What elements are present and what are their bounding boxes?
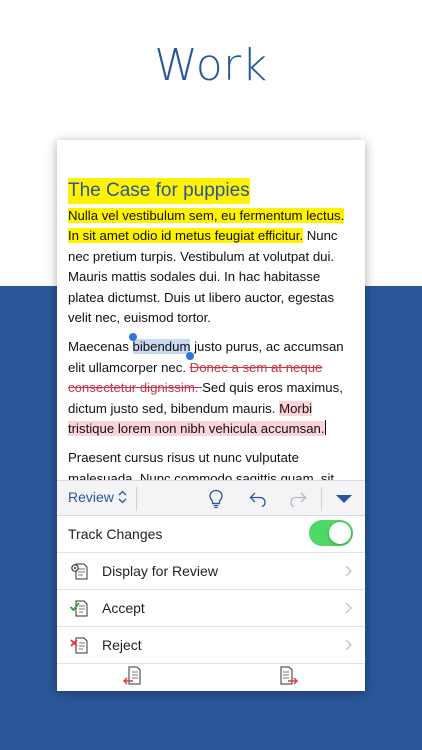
updown-chevron-icon bbox=[118, 490, 127, 504]
selected-text: bibendum bbox=[132, 339, 191, 355]
track-changes-row: Track Changes bbox=[57, 516, 365, 553]
reject-row[interactable]: Reject bbox=[57, 627, 365, 664]
display-for-review-row[interactable]: Display for Review bbox=[57, 553, 365, 590]
accept-row[interactable]: Accept bbox=[57, 590, 365, 627]
paragraph-text: Maecenas bbox=[68, 339, 133, 355]
hero-title: Work bbox=[154, 40, 268, 91]
display-for-review-icon bbox=[71, 563, 88, 580]
chevron-right-icon bbox=[345, 639, 352, 651]
paragraph-2: Maecenas bibendum justo purus, ac accums… bbox=[68, 333, 354, 439]
redo-icon[interactable] bbox=[287, 488, 309, 510]
ribbon-tab-label: Review bbox=[68, 489, 114, 505]
accept-label: Accept bbox=[102, 600, 145, 616]
paragraph-1: Nulla vel vestibulum sem, eu fermentum l… bbox=[68, 206, 354, 328]
selection-handle-start[interactable] bbox=[128, 333, 137, 342]
lightbulb-icon[interactable] bbox=[205, 488, 227, 510]
paragraph-3: Praesent cursus risus ut nunc vulputate … bbox=[68, 450, 335, 480]
accept-icon bbox=[69, 600, 88, 617]
track-changes-toggle[interactable] bbox=[309, 520, 353, 546]
toolbar-divider bbox=[136, 487, 137, 511]
track-changes-label: Track Changes bbox=[68, 526, 163, 542]
review-panel: Track Changes Display for Review Accept … bbox=[57, 516, 365, 691]
reject-label: Reject bbox=[102, 637, 142, 653]
chevron-right-icon bbox=[345, 565, 352, 577]
ribbon-toolbar: Review bbox=[57, 480, 365, 516]
reject-icon bbox=[70, 637, 88, 654]
device-screen: The Case for puppies Nulla vel vestibulu… bbox=[57, 140, 365, 691]
previous-change-icon[interactable] bbox=[121, 664, 145, 688]
toggle-knob bbox=[329, 522, 351, 544]
change-navigation-bar bbox=[57, 664, 365, 691]
text-cursor bbox=[324, 420, 326, 436]
document-canvas[interactable]: The Case for puppies Nulla vel vestibulu… bbox=[57, 140, 365, 480]
display-for-review-label: Display for Review bbox=[102, 563, 218, 579]
ribbon-tab-selector[interactable]: Review bbox=[68, 489, 127, 505]
collapse-ribbon-icon[interactable] bbox=[333, 488, 355, 510]
document-title: The Case for puppies bbox=[68, 178, 250, 204]
chevron-right-icon bbox=[345, 602, 352, 614]
next-change-icon[interactable] bbox=[276, 664, 300, 688]
selected-word[interactable]: bibendum bbox=[128, 333, 195, 361]
toolbar-divider bbox=[321, 487, 322, 511]
undo-icon[interactable] bbox=[247, 488, 269, 510]
